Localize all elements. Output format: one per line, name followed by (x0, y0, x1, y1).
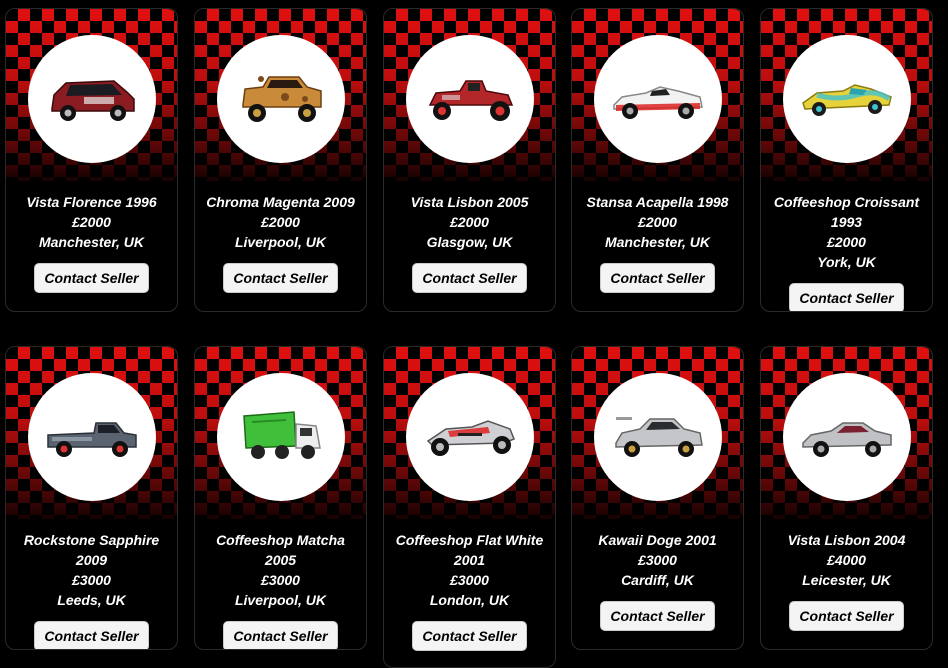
suv-icon (50, 80, 135, 121)
contact-seller-button[interactable]: Contact Seller (789, 283, 904, 311)
checkered-banner (384, 347, 555, 519)
listing-price: £3000 (72, 572, 111, 588)
listing-location: London, UK (429, 592, 510, 608)
listing-price: £2000 (261, 214, 300, 230)
checkered-banner (761, 9, 932, 181)
listing-card: Vista Florence 1996 £2000 Manchester, UK… (5, 8, 178, 312)
listing-name: Vista Florence 1996 (26, 194, 157, 210)
listing-info: Vista Lisbon 2004 £4000 Leicester, UK Co… (761, 519, 932, 647)
contact-seller-button[interactable]: Contact Seller (412, 621, 527, 651)
listing-card: Vista Lisbon 2005 £2000 Glasgow, UK Cont… (383, 8, 556, 312)
checkered-banner (572, 9, 743, 181)
listing-location: Glasgow, UK (426, 234, 513, 250)
listing-price: £2000 (72, 214, 111, 230)
listing-name: Coffeeshop Croissant 1993 (773, 194, 920, 230)
listing-card: Rockstone Sapphire 2009 £3000 Leeds, UK … (5, 346, 178, 650)
car-photo (782, 35, 911, 163)
listing-price: £2000 (638, 214, 677, 230)
listing-location: Manchester, UK (38, 234, 145, 250)
listing-location: Cardiff, UK (621, 572, 694, 588)
listing-location: Manchester, UK (604, 234, 711, 250)
checkered-banner (761, 347, 932, 519)
listing-name: Vista Lisbon 2005 (410, 194, 529, 210)
listing-info: Chroma Magenta 2009 £2000 Liverpool, UK … (195, 181, 366, 309)
checkered-banner (572, 347, 743, 519)
pickup-truck-icon (46, 422, 137, 457)
listing-name: Stansa Acapella 1998 (586, 194, 729, 210)
checkered-banner (6, 347, 177, 519)
listing-card: Vista Lisbon 2004 £4000 Leicester, UK Co… (760, 346, 933, 650)
checkered-banner (195, 9, 366, 181)
garbage-truck-icon (242, 411, 321, 459)
car-photo (27, 373, 156, 501)
contact-seller-button[interactable]: Contact Seller (789, 601, 904, 631)
listing-info: Coffeeshop Matcha 2005 £3000 Liverpool, … (195, 519, 366, 649)
listing-info: Vista Lisbon 2005 £2000 Glasgow, UK Cont… (384, 181, 555, 309)
car-photo (405, 373, 534, 501)
checkered-banner (195, 347, 366, 519)
listing-name: Vista Lisbon 2004 (787, 532, 906, 548)
sedan-icon (614, 417, 703, 457)
hotrod-icon (428, 80, 513, 121)
listing-info: Coffeeshop Flat White 2001 £3000 London,… (384, 519, 555, 667)
car-photo (216, 373, 345, 501)
contact-seller-button[interactable]: Contact Seller (600, 263, 715, 293)
car-photo (405, 35, 534, 163)
listing-name: Rockstone Sapphire 2009 (23, 532, 160, 568)
listing-info: Vista Florence 1996 £2000 Manchester, UK… (6, 181, 177, 309)
listings-grid: Vista Florence 1996 £2000 Manchester, UK… (0, 0, 948, 668)
race-car-icon (801, 84, 892, 116)
listing-info: Rockstone Sapphire 2009 £3000 Leeds, UK … (6, 519, 177, 649)
listing-location: Liverpool, UK (234, 234, 326, 250)
car-photo (593, 35, 722, 163)
listing-info: Stansa Acapella 1998 £2000 Manchester, U… (572, 181, 743, 309)
listing-info: Coffeeshop Croissant 1993 £2000 York, UK… (761, 181, 932, 311)
contact-seller-button[interactable]: Contact Seller (412, 263, 527, 293)
listing-name: Coffeeshop Flat White 2001 (395, 532, 544, 568)
listing-price: £3000 (261, 572, 300, 588)
offroad-truck-icon (241, 76, 322, 122)
listing-card: Kawaii Doge 2001 £3000 Cardiff, UK Conta… (571, 346, 744, 650)
car-photo (27, 35, 156, 163)
listing-card: Coffeeshop Matcha 2005 £3000 Liverpool, … (194, 346, 367, 650)
listing-name: Chroma Magenta 2009 (206, 194, 355, 210)
checkered-banner (384, 9, 555, 181)
convertible-icon (612, 86, 703, 119)
listing-price: £2000 (827, 234, 866, 250)
listing-card: Stansa Acapella 1998 £2000 Manchester, U… (571, 8, 744, 312)
listing-location: Liverpool, UK (234, 592, 326, 608)
car-photo (782, 373, 911, 501)
contact-seller-button[interactable]: Contact Seller (34, 263, 149, 293)
listing-card: Coffeeshop Croissant 1993 £2000 York, UK… (760, 8, 933, 312)
checkered-banner (6, 9, 177, 181)
listing-name: Coffeeshop Matcha 2005 (216, 532, 345, 568)
listing-price: £3000 (450, 572, 489, 588)
listing-price: £4000 (827, 552, 866, 568)
listing-price: £3000 (638, 552, 677, 568)
contact-seller-button[interactable]: Contact Seller (223, 621, 338, 649)
listing-location: York, UK (817, 254, 876, 270)
listing-location: Leicester, UK (802, 572, 891, 588)
car-photo (216, 35, 345, 163)
car-photo (593, 373, 722, 501)
contact-seller-button[interactable]: Contact Seller (600, 601, 715, 631)
coupe-icon (801, 422, 892, 457)
listing-info: Kawaii Doge 2001 £3000 Cardiff, UK Conta… (572, 519, 743, 647)
listing-price: £2000 (450, 214, 489, 230)
formula-car-icon (426, 420, 515, 456)
listing-location: Leeds, UK (57, 592, 126, 608)
listing-name: Kawaii Doge 2001 (598, 532, 717, 548)
contact-seller-button[interactable]: Contact Seller (34, 621, 149, 649)
contact-seller-button[interactable]: Contact Seller (223, 263, 338, 293)
listing-card: Chroma Magenta 2009 £2000 Liverpool, UK … (194, 8, 367, 312)
listing-card: Coffeeshop Flat White 2001 £3000 London,… (383, 346, 556, 668)
